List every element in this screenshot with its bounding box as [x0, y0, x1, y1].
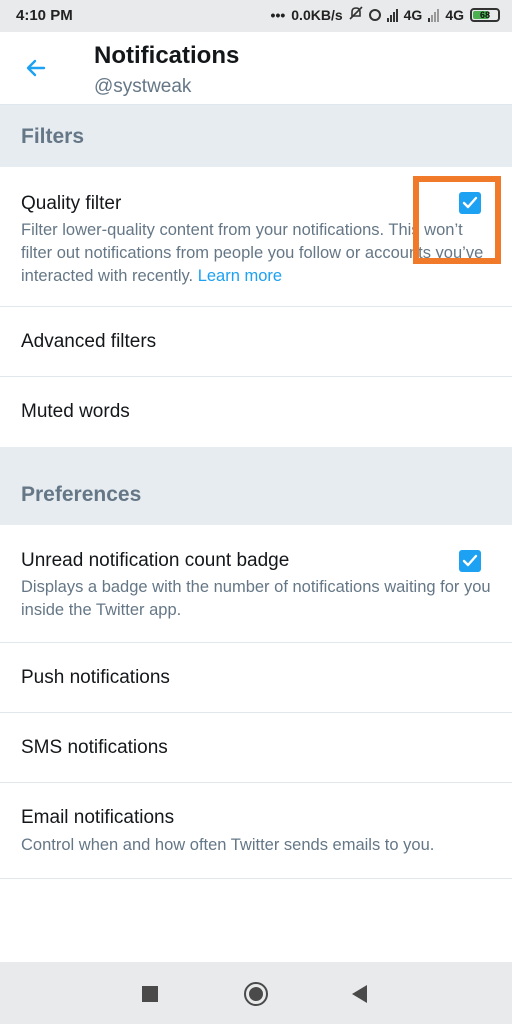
email-notifications-description: Control when and how often Twitter sends…	[21, 836, 435, 854]
system-back-button[interactable]	[352, 985, 367, 1003]
network-type-2: 4G	[445, 6, 464, 23]
status-bar: 4:10 PM ••• 0.0KB/s 4G 4G 68	[0, 0, 512, 32]
unread-badge-row[interactable]: Unread notification count badge Displays…	[0, 525, 512, 643]
section-header-preferences: Preferences	[0, 447, 512, 525]
mute-icon	[349, 6, 363, 23]
home-button[interactable]	[244, 982, 268, 1006]
muted-words-label: Muted words	[21, 401, 130, 422]
status-icons: ••• 0.0KB/s 4G 4G 68	[271, 6, 500, 23]
app-header: Notifications @systweak	[0, 32, 512, 105]
system-nav-bar	[0, 962, 512, 1024]
section-header-filters: Filters	[0, 105, 512, 167]
network-speed: 0.0KB/s	[291, 6, 343, 23]
arrow-left-icon	[26, 59, 46, 77]
home-icon	[249, 987, 263, 1001]
quality-filter-checkbox[interactable]	[459, 192, 481, 214]
network-type-1: 4G	[403, 6, 423, 23]
section-title-preferences: Preferences	[21, 483, 142, 506]
muted-words-row[interactable]: Muted words	[0, 377, 512, 447]
learn-more-link[interactable]: Learn more	[198, 267, 282, 285]
quality-filter-description: Filter lower-quality content from your n…	[21, 221, 484, 285]
notification-dots-icon: •••	[270, 6, 286, 23]
signal-icon	[386, 8, 398, 22]
email-notifications-title: Email notifications	[21, 807, 175, 828]
sms-notifications-label: SMS notifications	[21, 737, 168, 758]
signal-icon-2	[428, 8, 440, 22]
advanced-filters-label: Advanced filters	[21, 331, 157, 352]
sms-notifications-row[interactable]: SMS notifications	[0, 713, 512, 783]
checkmark-icon	[462, 554, 478, 567]
status-time: 4:10 PM	[16, 7, 73, 24]
section-title-filters: Filters	[21, 125, 85, 148]
quality-filter-row[interactable]: Quality filter Filter lower-quality cont…	[0, 167, 512, 307]
email-notifications-row[interactable]: Email notifications Control when and how…	[0, 783, 512, 879]
advanced-filters-row[interactable]: Advanced filters	[0, 307, 512, 377]
quality-filter-title: Quality filter	[21, 193, 122, 214]
unread-badge-description: Displays a badge with the number of noti…	[21, 578, 491, 619]
back-button[interactable]	[18, 50, 54, 86]
recent-apps-button[interactable]	[142, 986, 158, 1002]
page-subtitle: @systweak	[94, 76, 192, 97]
push-notifications-label: Push notifications	[21, 667, 170, 688]
alarm-icon	[368, 8, 381, 21]
checkmark-icon	[462, 196, 478, 209]
battery-icon: 68	[470, 7, 500, 22]
unread-badge-title: Unread notification count badge	[21, 550, 290, 571]
page-title: Notifications	[94, 42, 240, 69]
push-notifications-row[interactable]: Push notifications	[0, 643, 512, 713]
unread-badge-checkbox[interactable]	[459, 550, 481, 572]
